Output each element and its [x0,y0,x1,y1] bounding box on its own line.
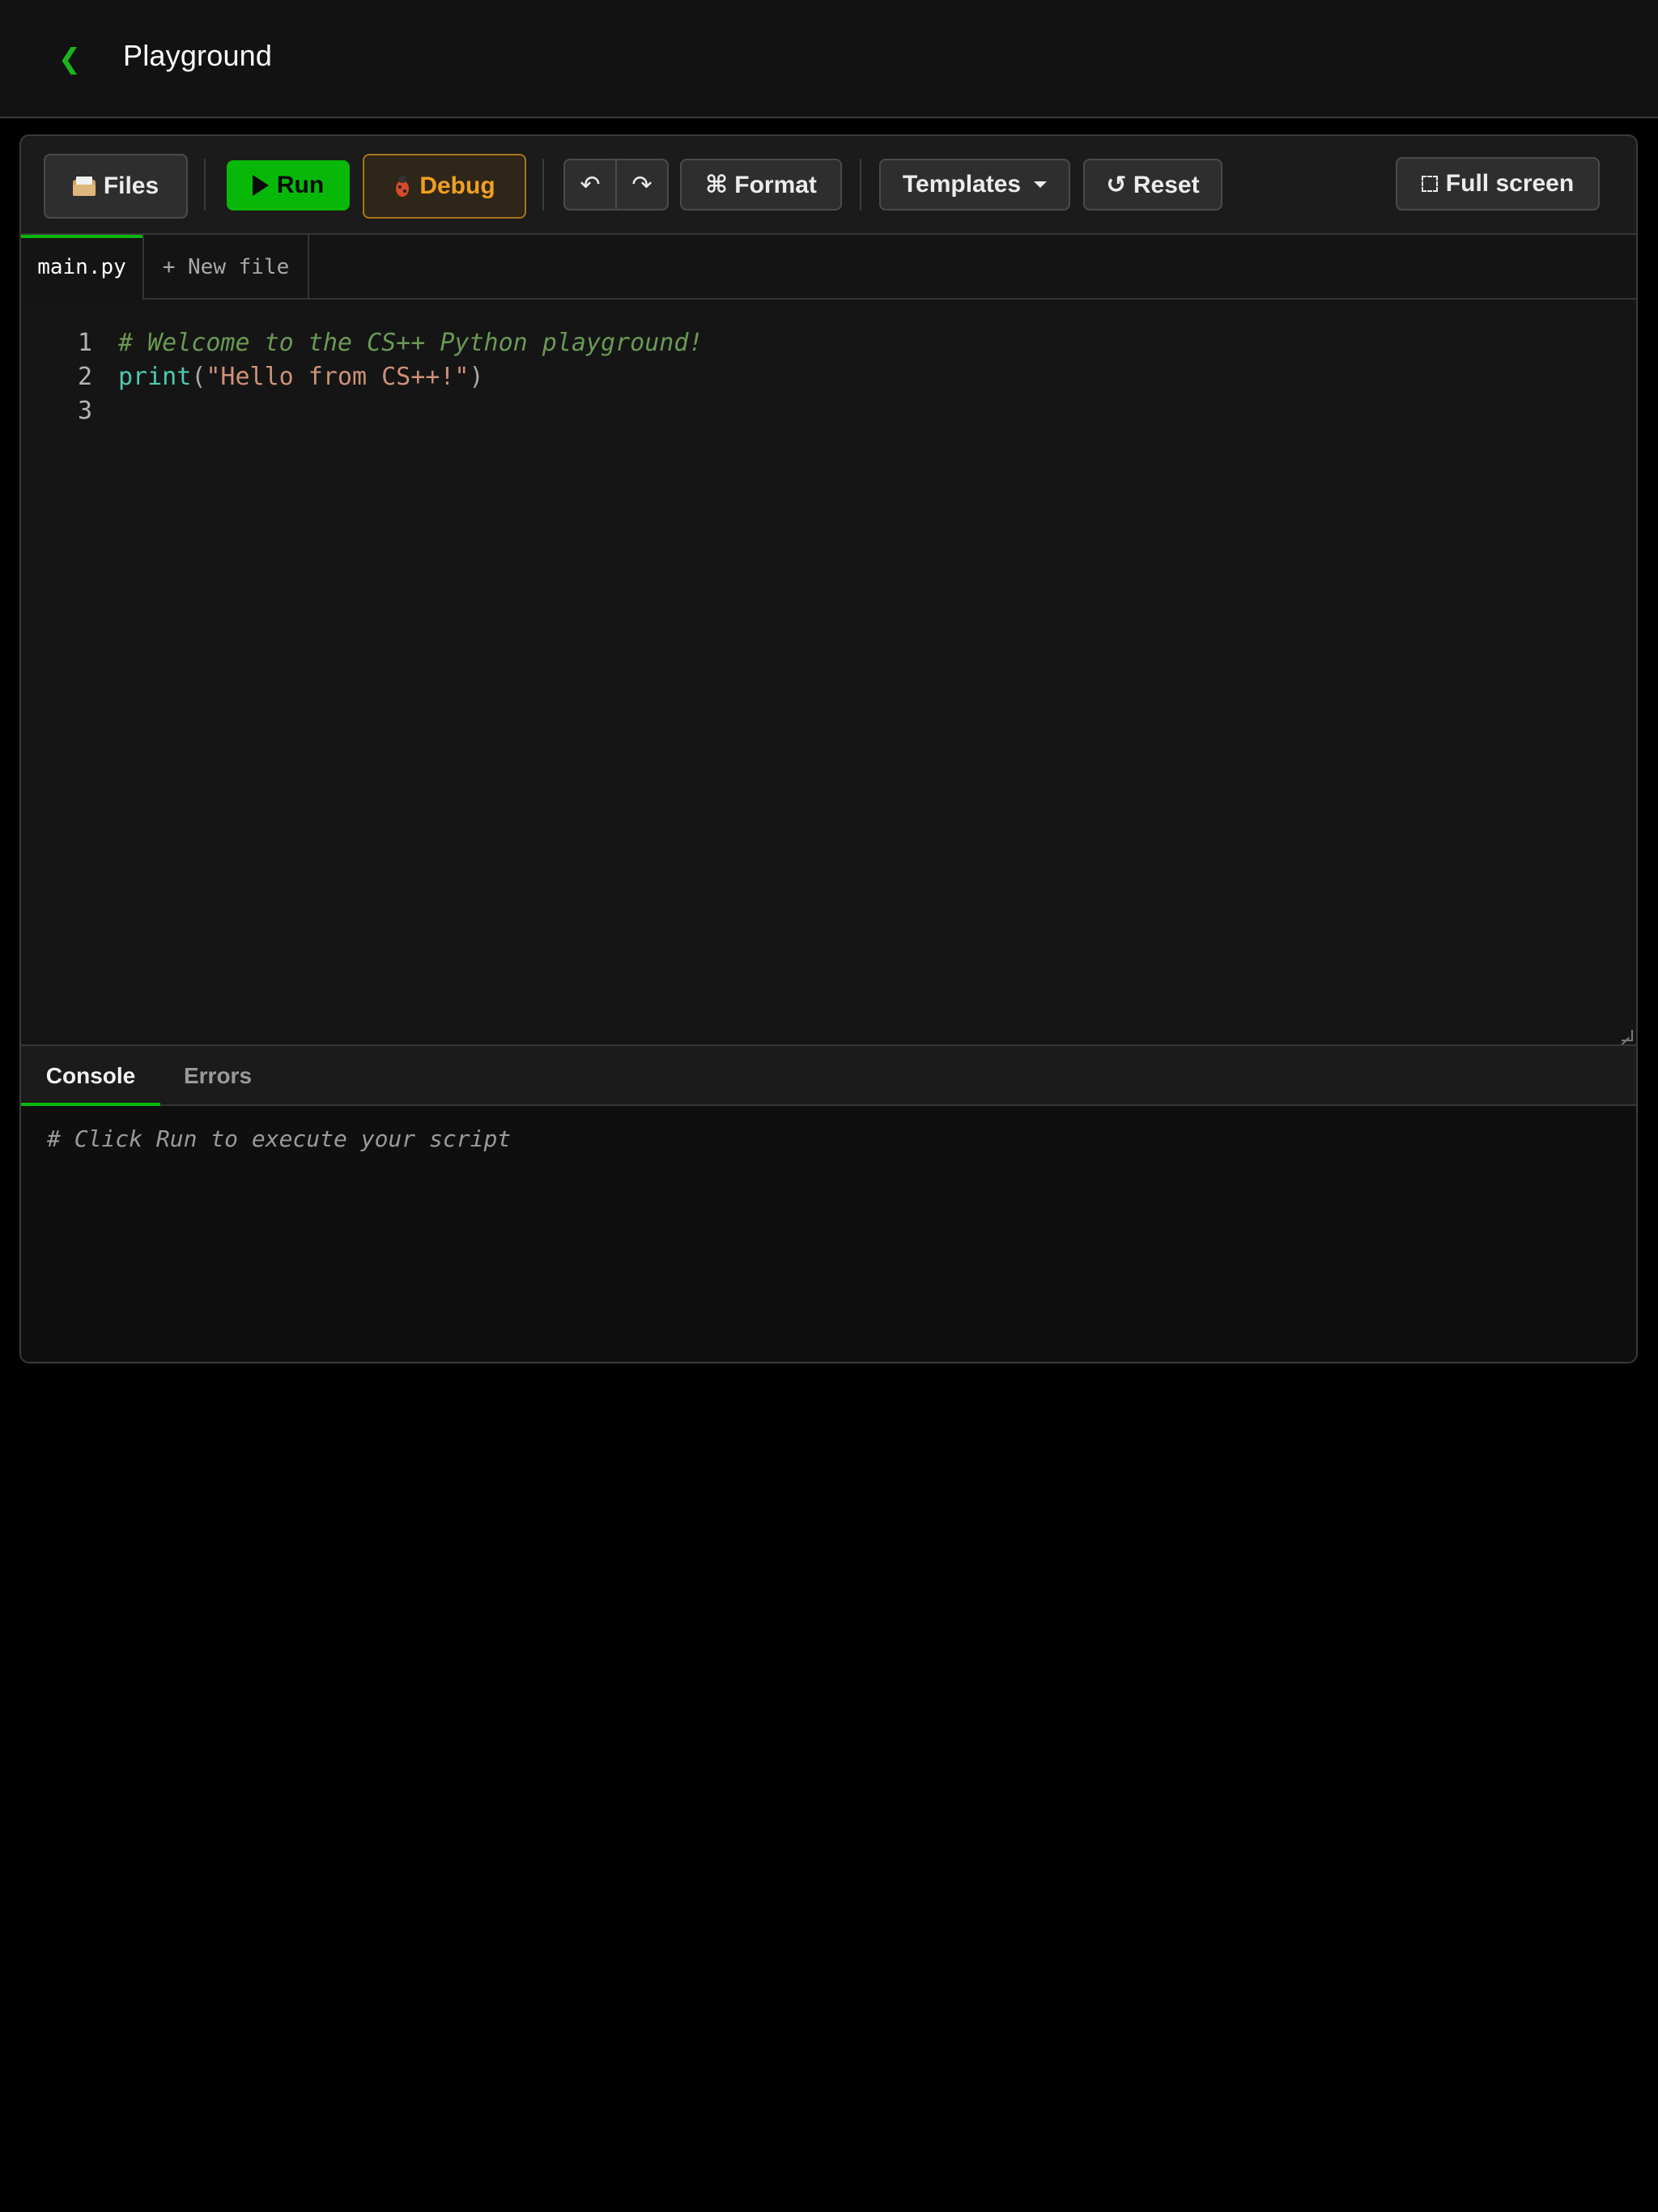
debug-button-label: Debug [419,172,495,199]
code-paren: ( [191,362,206,391]
format-button[interactable]: ⌘ Format [680,159,842,211]
code-paren: ) [469,362,484,391]
line-content: # Welcome to the CS++ Python playground! [118,329,703,357]
playground-panel: Files Run Debug ↶ ↷ ⌘ Format Templates ↺… [19,134,1638,1363]
templates-dropdown[interactable]: Templates [879,159,1070,211]
reset-button[interactable]: ↺ Reset [1083,159,1222,211]
code-comment: # Welcome to the CS++ Python playground! [118,328,704,357]
code-string: "Hello from CS++!" [206,362,470,391]
redo-button[interactable]: ↷ [615,159,669,211]
code-line: 1 # Welcome to the CS++ Python playgroun… [21,325,1636,359]
new-file-tab[interactable]: + New file [144,235,309,300]
run-button-label: Run [276,172,325,198]
tab-label: + New file [162,255,290,279]
format-button-label: ⌘ Format [705,171,817,198]
undo-icon: ↶ [580,170,601,199]
console-placeholder: # Click Run to execute your script [47,1125,512,1152]
play-icon [252,175,269,196]
tab-label: Errors [183,1063,253,1088]
debug-button[interactable]: Debug [363,154,526,219]
tab-label: Console [45,1063,136,1088]
fullscreen-icon [1421,176,1438,192]
files-button-label: Files [103,172,159,199]
tab-main-py[interactable]: main.py [21,235,144,300]
tab-errors[interactable]: Errors [160,1046,275,1106]
caret-down-icon [1034,181,1048,188]
redo-icon: ↷ [631,170,653,199]
code-function: print [118,362,192,391]
console-output: # Click Run to execute your script [21,1106,1636,1362]
toolbar-divider [860,159,861,211]
reset-button-label: ↺ Reset [1106,171,1200,198]
templates-dropdown-label: Templates [902,171,1022,198]
files-button[interactable]: Files [44,154,188,219]
toolbar-divider [542,159,544,211]
undo-button[interactable]: ↶ [563,159,617,211]
toolbar: Files Run Debug ↶ ↷ ⌘ Format Templates ↺… [21,136,1636,235]
page-title: Playground [123,39,273,72]
tab-label: main.py [37,255,126,279]
code-editor[interactable]: 1 # Welcome to the CS++ Python playgroun… [21,300,1636,1044]
back-button[interactable]: ❮ [53,40,86,78]
bug-icon [393,176,411,197]
line-number: 3 [77,396,92,425]
line-content: print("Hello from CS++!") [118,363,484,391]
line-number: 1 [77,328,92,357]
resize-handle[interactable] [1622,1030,1633,1041]
chevron-left-icon: ❮ [57,43,82,75]
fullscreen-button[interactable]: Full screen [1396,157,1600,211]
folder-icon [72,177,96,196]
file-tabs: main.py + New file [21,235,1636,300]
toolbar-divider [204,159,206,211]
tab-console[interactable]: Console [21,1046,160,1106]
run-button[interactable]: Run [227,160,350,211]
line-number: 2 [77,362,92,391]
console-tabs: Console Errors [21,1044,1636,1106]
app-header: ❮ Playground [0,0,1658,118]
fullscreen-button-label: Full screen [1445,170,1575,197]
code-line: 3 [21,393,1636,428]
code-line: 2 print("Hello from CS++!") [21,359,1636,393]
